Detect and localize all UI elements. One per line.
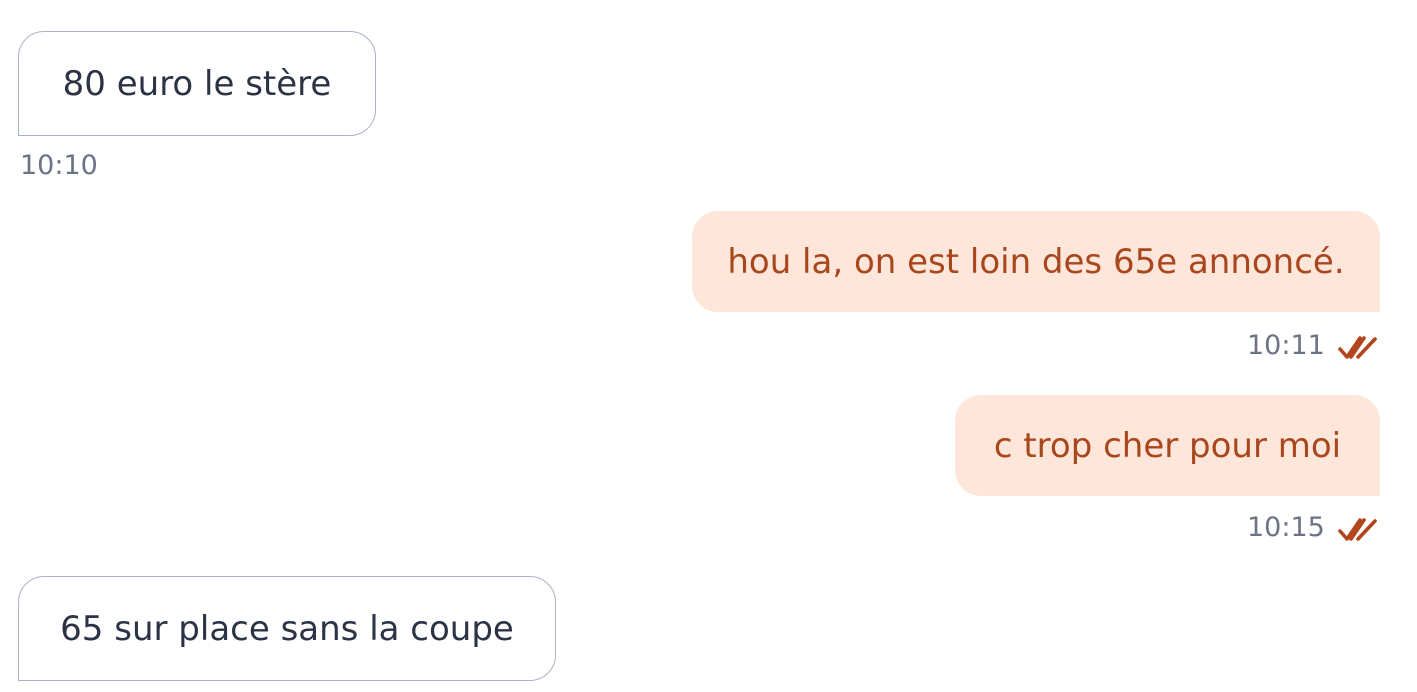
message-bubble-received[interactable]: 65 sur place sans la coupe xyxy=(18,576,556,681)
message-bubble-received[interactable]: 80 euro le stère xyxy=(18,31,376,136)
message-timestamp: 10:10 xyxy=(20,150,98,181)
message-timestamp: 10:15 xyxy=(1247,512,1325,543)
message-bubble-sent[interactable]: c trop cher pour moi xyxy=(955,395,1380,496)
message-text: 80 euro le stère xyxy=(62,63,332,104)
message-text: hou la, on est loin des 65e annoncé. xyxy=(727,241,1345,282)
message-text: c trop cher pour moi xyxy=(993,425,1342,466)
message-timestamp: 10:11 xyxy=(1247,330,1325,361)
message-bubble-sent[interactable]: hou la, on est loin des 65e annoncé. xyxy=(692,211,1380,312)
double-check-icon xyxy=(1338,336,1377,359)
message-text: 65 sur place sans la coupe xyxy=(60,608,514,649)
double-check-icon xyxy=(1338,518,1377,541)
